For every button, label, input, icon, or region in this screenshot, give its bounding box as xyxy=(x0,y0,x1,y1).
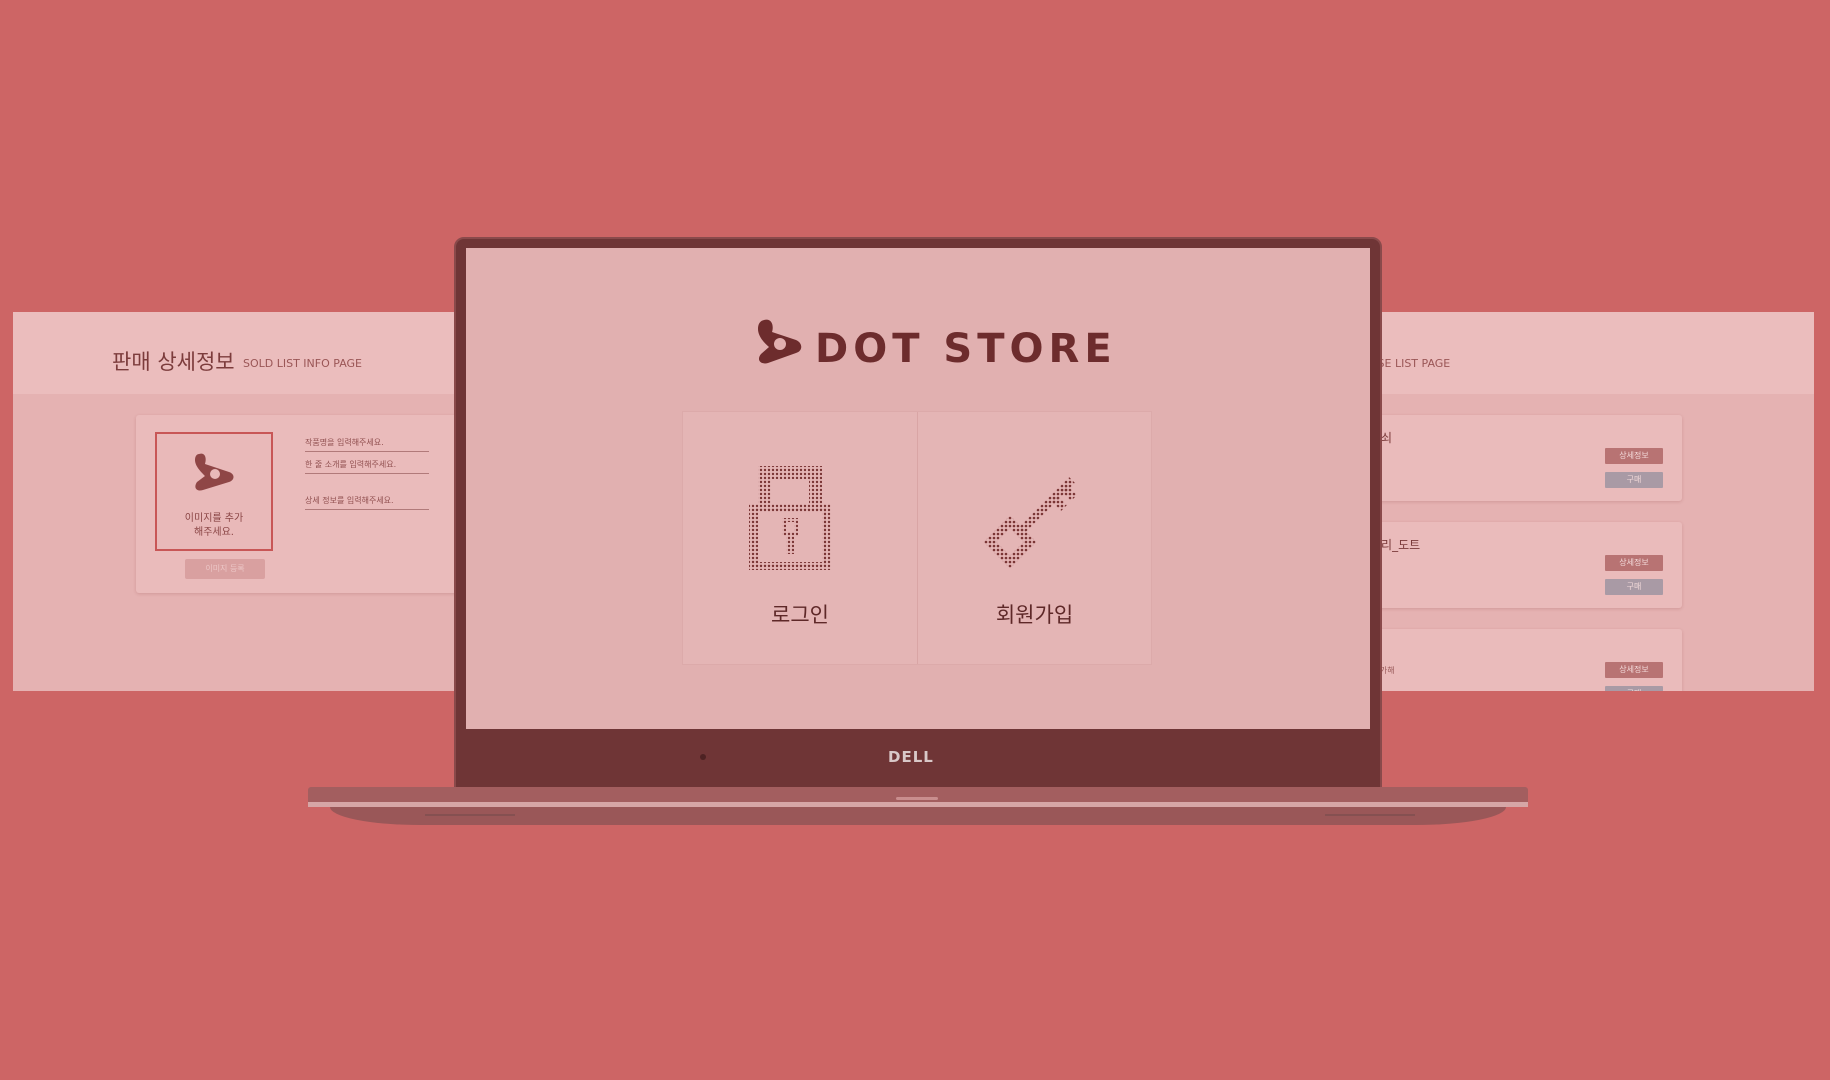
lock-icon xyxy=(749,466,831,570)
detail-input[interactable]: 상세 정보를 입력해주세요. xyxy=(305,495,429,510)
image-upload-area[interactable]: 이미지를 추가 해주세요. xyxy=(155,432,273,551)
panel-subtitle: SOLD LIST INFO PAGE xyxy=(243,357,362,370)
buy-button[interactable]: 구매 xyxy=(1605,472,1663,488)
login-button[interactable]: 로그인 xyxy=(683,412,917,664)
sold-info-panel: 판매 상세정보 SOLD LIST INFO PAGE 이미지를 추가 해주세요… xyxy=(13,312,473,691)
login-label: 로그인 xyxy=(771,603,829,627)
detail-button[interactable]: 상세정보 xyxy=(1605,662,1663,678)
list-item: 은 가해 상세정보 구매 xyxy=(1370,629,1682,691)
signup-label: 회원가입 xyxy=(995,603,1074,627)
panel-header xyxy=(1370,312,1814,394)
speaker-vent xyxy=(425,814,515,816)
brand-title: DOT STORE xyxy=(815,326,1117,372)
signup-button[interactable]: 회원가입 xyxy=(917,412,1151,664)
auth-menu: 로그인 회원가입 xyxy=(682,411,1152,665)
webcam xyxy=(700,754,706,760)
intro-input[interactable]: 한 줄 소개를 입력해주세요. xyxy=(305,459,429,474)
panel-subtitle: ASE LIST PAGE xyxy=(1370,357,1451,370)
list-item: 고리_도트 상세정보 구매 xyxy=(1370,522,1682,608)
dot-logo-icon xyxy=(195,453,234,491)
sold-info-card: 이미지를 추가 해주세요. 이미지 등록 작품명을 입력해주세요. 한 줄 소개… xyxy=(136,415,473,593)
key-icon xyxy=(984,477,1077,569)
image-register-button[interactable]: 이미지 등록 xyxy=(185,559,265,579)
laptop-brand: DELL xyxy=(888,748,934,766)
laptop-notch xyxy=(896,797,938,800)
buy-button[interactable]: 구매 xyxy=(1605,579,1663,595)
purchase-list-panel: ASE LIST PAGE 열쇠 상세정보 구매 고리_도트 상세정보 구매 은… xyxy=(1370,312,1814,691)
detail-button[interactable]: 상세정보 xyxy=(1605,555,1663,571)
dot-store-logo-icon xyxy=(758,319,802,364)
image-placeholder-text: 이미지를 추가 해주세요. xyxy=(184,513,244,538)
speaker-vent xyxy=(1325,814,1415,816)
title-input[interactable]: 작품명을 입력해주세요. xyxy=(305,437,429,452)
buy-button[interactable]: 구매 xyxy=(1605,686,1663,691)
laptop-base-bottom xyxy=(330,807,1506,825)
list-item: 열쇠 상세정보 구매 xyxy=(1370,415,1682,501)
panel-title: 판매 상세정보 xyxy=(112,350,235,374)
panel-header xyxy=(13,312,473,394)
detail-button[interactable]: 상세정보 xyxy=(1605,448,1663,464)
